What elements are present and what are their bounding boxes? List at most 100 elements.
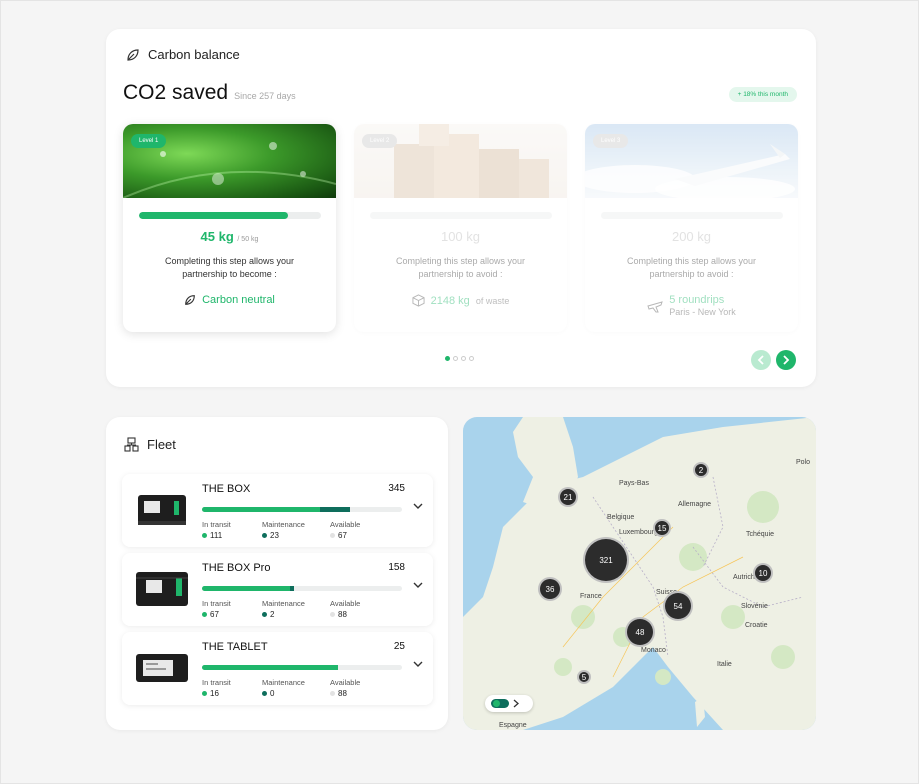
stat-value: 23 [270, 531, 279, 540]
map-cluster[interactable]: 15 [653, 519, 671, 537]
level-amount: 45 kg / 50 kg [123, 229, 336, 244]
fleet-icon [124, 437, 139, 452]
level-reward-value: 2148 kg [430, 294, 470, 307]
stat-value: 67 [338, 531, 347, 540]
fleet-item[interactable]: THE BOX 345 In transit 111 Maintenance 23 … [122, 474, 433, 547]
carousel-prev-button[interactable] [751, 350, 771, 370]
pager-dot[interactable] [469, 356, 474, 361]
level-amount: 200 kg [585, 229, 798, 244]
fleet-item-stats: In transit 111 Maintenance 23 Available 67 [202, 520, 390, 540]
stat-label: In transit [202, 520, 231, 529]
level-amount-value: 100 kg [440, 229, 481, 244]
transit-segment [202, 665, 338, 670]
map-label-espagne: Espagne [499, 722, 527, 729]
carousel-next-button[interactable] [776, 350, 796, 370]
stat-label: Available [330, 520, 361, 529]
level-progress-fill [139, 212, 289, 219]
map-cluster[interactable]: 54 [663, 591, 693, 621]
maintenance-segment [320, 507, 350, 512]
level-amount-value: 45 kg [200, 229, 234, 244]
level-body: 45 kg / 50 kg Completing this step allow… [123, 198, 336, 332]
toggle-switch-icon [491, 699, 509, 708]
box-icon [412, 294, 425, 307]
leaf-icon [185, 295, 195, 305]
month-trend-badge: + 18% this month [728, 87, 797, 102]
stat-transit: In transit 67 [202, 599, 262, 619]
level-amount: 100 kg [354, 229, 567, 244]
map-label-france: France [580, 593, 602, 600]
leaf-photo: Level 1 [123, 124, 336, 198]
map-label-allemagne: Allemagne [678, 501, 712, 508]
pager-dot[interactable] [461, 356, 466, 361]
stat-label: Maintenance [262, 599, 305, 608]
fleet-item-name: THE BOX Pro [202, 562, 271, 574]
map-label-tcheque: Tchéquie [746, 531, 775, 538]
map-cluster[interactable]: 321 [583, 537, 629, 583]
map-label-italie: Italie [717, 661, 732, 668]
level-card-3[interactable]: Level 3 200 kg Completing this step allo… [585, 124, 798, 332]
fleet-map[interactable]: Pays-Bas Allemagne Belgique Luxembourg T… [463, 417, 816, 730]
fleet-item[interactable]: THE TABLET 25 In transit 16 Maintenance 0 … [122, 632, 433, 705]
carousel-pager [445, 356, 474, 361]
chevron-right-icon [783, 355, 790, 365]
stat-available: Available 67 [330, 520, 390, 540]
chevron-right-icon [513, 699, 519, 708]
level-progress-bar [139, 212, 321, 219]
box-device-image [138, 495, 186, 525]
box-pro-device-image [136, 572, 188, 606]
plane-icon [647, 301, 664, 313]
stat-value: 88 [338, 610, 347, 619]
map-label-slovenie: Slovénie [741, 603, 768, 610]
level-progress-bar [370, 212, 552, 219]
stat-transit: In transit 16 [202, 678, 262, 698]
chevron-down-icon[interactable] [413, 581, 423, 589]
level-amount-target: / 50 kg [237, 236, 259, 243]
fleet-item-total: 158 [388, 562, 405, 573]
level-card-1[interactable]: Level 1 45 kg / 50 kg Completing this st… [123, 124, 336, 332]
level-amount-value: 200 kg [671, 229, 712, 244]
chevron-down-icon[interactable] [413, 660, 423, 668]
boxes-photo: Level 2 [354, 124, 567, 198]
co2-saved-title: CO2 saved [123, 81, 229, 104]
stat-maintenance: Maintenance 2 [262, 599, 330, 619]
pager-dot[interactable] [453, 356, 458, 361]
level-reward-label: Carbon neutral [202, 294, 275, 306]
map-cluster[interactable]: 5 [577, 670, 591, 684]
map-label-pologne: Polo [796, 459, 811, 466]
level-badge: Level 1 [131, 134, 167, 148]
level-description: Completing this step allows your partner… [164, 256, 295, 279]
stat-value: 67 [210, 610, 219, 619]
map-cluster[interactable]: 48 [625, 617, 655, 647]
fleet-item-bar [202, 507, 402, 512]
level-reward-value: 5 roundrips [669, 294, 725, 306]
map-label-belgique: Belgique [607, 514, 635, 521]
chevron-down-icon[interactable] [413, 502, 423, 510]
level-reward-route: Paris - New York [669, 307, 736, 317]
maintenance-segment [290, 586, 294, 591]
plane-photo: Level 3 [585, 124, 798, 198]
chevron-left-icon [757, 355, 764, 365]
fleet-header: Fleet [124, 437, 176, 452]
leaf-icon [127, 48, 139, 61]
fleet-item-name: THE BOX [202, 483, 251, 495]
level-card-2[interactable]: Level 2 100 kg Completing this step allo… [354, 124, 567, 332]
map-cluster[interactable]: 21 [558, 487, 578, 507]
map-cluster[interactable]: 36 [538, 577, 562, 601]
carbon-balance-card: Carbon balance CO2 saved Since 257 days … [106, 29, 816, 387]
level-reward: 5 roundrips Paris - New York [585, 294, 798, 318]
map-layer-toggle[interactable] [485, 695, 533, 712]
map-cluster[interactable]: 10 [753, 563, 773, 583]
fleet-item-bar [202, 586, 402, 591]
stat-available: Available 88 [330, 599, 390, 619]
map-cluster[interactable]: 2 [693, 462, 709, 478]
pager-dot[interactable] [445, 356, 450, 361]
level-badge: Level 3 [593, 134, 629, 148]
fleet-item-total: 345 [388, 483, 405, 494]
map-label-luxembourg: Luxembourg [619, 529, 658, 536]
fleet-item-name: THE TABLET [202, 641, 268, 653]
stat-maintenance: Maintenance 0 [262, 678, 330, 698]
fleet-item[interactable]: THE BOX Pro 158 In transit 67 Maintenance… [122, 553, 433, 626]
map-label-pays-bas: Pays-Bas [619, 480, 649, 487]
level-reward-suffix: of waste [475, 295, 510, 306]
level-reward: 2148 kg of waste [354, 294, 567, 307]
